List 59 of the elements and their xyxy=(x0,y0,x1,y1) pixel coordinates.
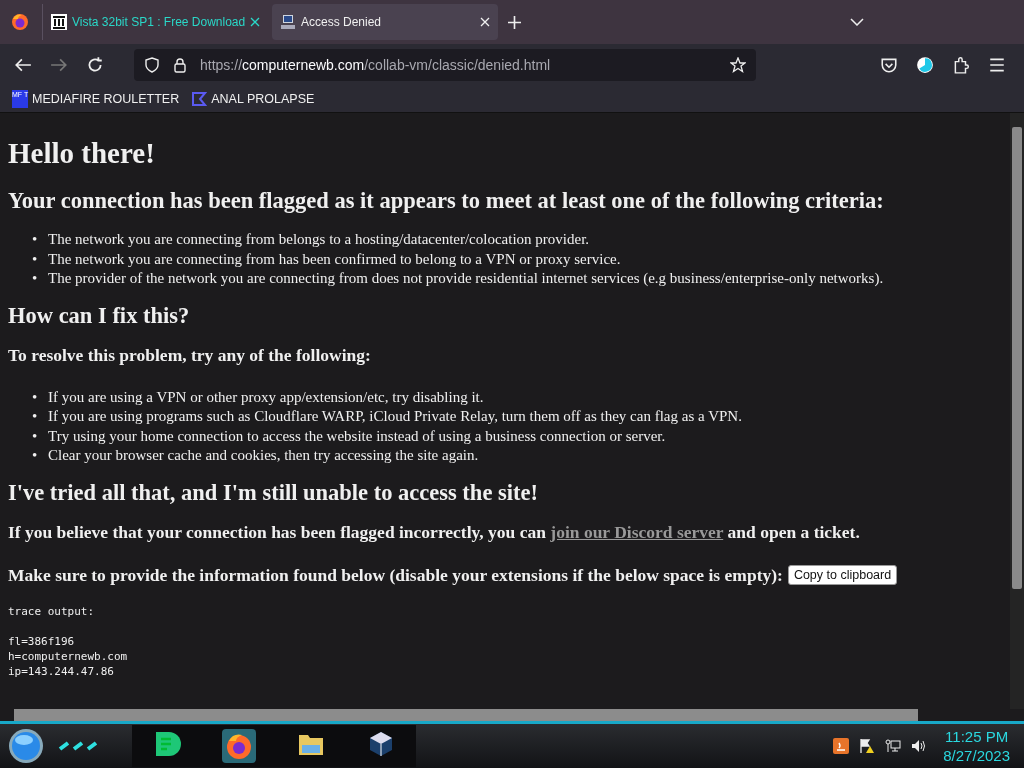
trace-line: h=computernewb.com xyxy=(8,648,129,664)
fix-item: If you are using a VPN or other proxy app/extension/etc, try disabling it. xyxy=(48,387,484,407)
computer-icon xyxy=(280,14,296,30)
firefox-icon[interactable] xyxy=(10,12,30,32)
shield-icon[interactable] xyxy=(144,57,160,73)
fix-item: Clear your browser cache and cookies, then try accessing the site again. xyxy=(48,446,479,465)
tray-app-icon[interactable] xyxy=(833,738,850,754)
instruction-text: To resolve this problem, try any of the following: xyxy=(8,344,372,366)
chevron-down-icon[interactable] xyxy=(850,18,864,26)
fix-item: Try using your home connection to access the website instead of using a business connection or server. xyxy=(48,426,666,446)
list-bullet: • xyxy=(32,407,39,426)
discord-paragraph: If you believe that your connection has been flagged incorrectly, you can join our Discord server and open a ticket. xyxy=(8,521,861,543)
browser-tab[interactable]: Access Denied xyxy=(272,4,498,40)
reload-icon[interactable] xyxy=(86,56,104,74)
menu-icon[interactable] xyxy=(988,56,1006,74)
timer-icon[interactable] xyxy=(916,56,934,74)
start-orb-icon[interactable] xyxy=(8,728,44,764)
list-bullet: • xyxy=(32,387,39,407)
url-text: https://computernewb.com/collab-vm/classic/denied.html xyxy=(200,57,551,73)
list-bullet: • xyxy=(32,446,39,465)
network-icon[interactable] xyxy=(885,738,902,754)
list-bullet: • xyxy=(32,269,39,288)
close-icon[interactable] xyxy=(250,17,261,27)
museum-icon xyxy=(51,14,67,30)
section-heading: I've tried all that, and I'm still unable to access the site! xyxy=(8,479,539,506)
plus-icon[interactable] xyxy=(508,15,521,29)
flag-warning-icon[interactable] xyxy=(859,738,876,754)
page-title: Hello there! xyxy=(8,137,156,170)
firefox-icon[interactable] xyxy=(222,729,256,763)
bookmark-item[interactable]: ANAL PROLAPSE xyxy=(191,91,315,107)
puzzle-icon[interactable] xyxy=(952,56,970,74)
clock-date[interactable]: 8/27/2023 xyxy=(943,746,1010,765)
criteria-item: The network you are connecting from belongs to a hosting/datacenter/colocation provider. xyxy=(48,230,590,249)
discord-link[interactable]: join our Discord server xyxy=(550,521,724,542)
browser-tab[interactable]: Vista 32bit SP1 : Free Download xyxy=(42,4,268,40)
bracket-icon xyxy=(191,91,208,107)
fix-item: If you are using programs such as Cloudflare WARP, iCloud Private Relay, turn them off as they can flag as a VPN. xyxy=(48,407,742,426)
info-text: Make sure to provide the information found below (disable your extensions if the below space is empty): xyxy=(8,564,783,586)
copy-button[interactable]: Copy to clipboard xyxy=(787,565,898,585)
criteria-item: The provider of the network you are connecting from does not provide residential internet services (e.g business/enterprise-only networks). xyxy=(48,269,884,288)
forward-icon[interactable] xyxy=(50,56,68,74)
trace-line: fl=386f196 xyxy=(8,633,76,649)
star-icon[interactable] xyxy=(730,57,746,73)
trace-line: ip=143.244.47.86 xyxy=(8,663,115,679)
list-bullet: • xyxy=(32,230,39,249)
list-bullet: • xyxy=(32,249,39,269)
clock-time[interactable]: 11:25 PM xyxy=(943,727,1010,746)
trace-title: trace output: xyxy=(8,603,96,619)
scrollbar-thumb[interactable] xyxy=(14,709,918,721)
criteria-item: The network you are connecting from has been confirmed to belong to a VPN or proxy service. xyxy=(48,249,621,269)
scrollbar-thumb[interactable] xyxy=(1012,127,1022,589)
list-bullet: • xyxy=(32,426,39,446)
volume-icon[interactable] xyxy=(911,738,928,754)
pocket-icon[interactable] xyxy=(880,56,898,74)
back-icon[interactable] xyxy=(14,56,32,74)
section-heading: How can I fix this? xyxy=(8,302,191,329)
address-bar[interactable]: https://computernewb.com/collab-vm/classic/denied.html xyxy=(134,49,756,81)
section-heading: Your connection has been flagged as it appears to meet at least one of the following criteria: xyxy=(8,188,885,214)
lock-icon[interactable] xyxy=(172,57,188,73)
